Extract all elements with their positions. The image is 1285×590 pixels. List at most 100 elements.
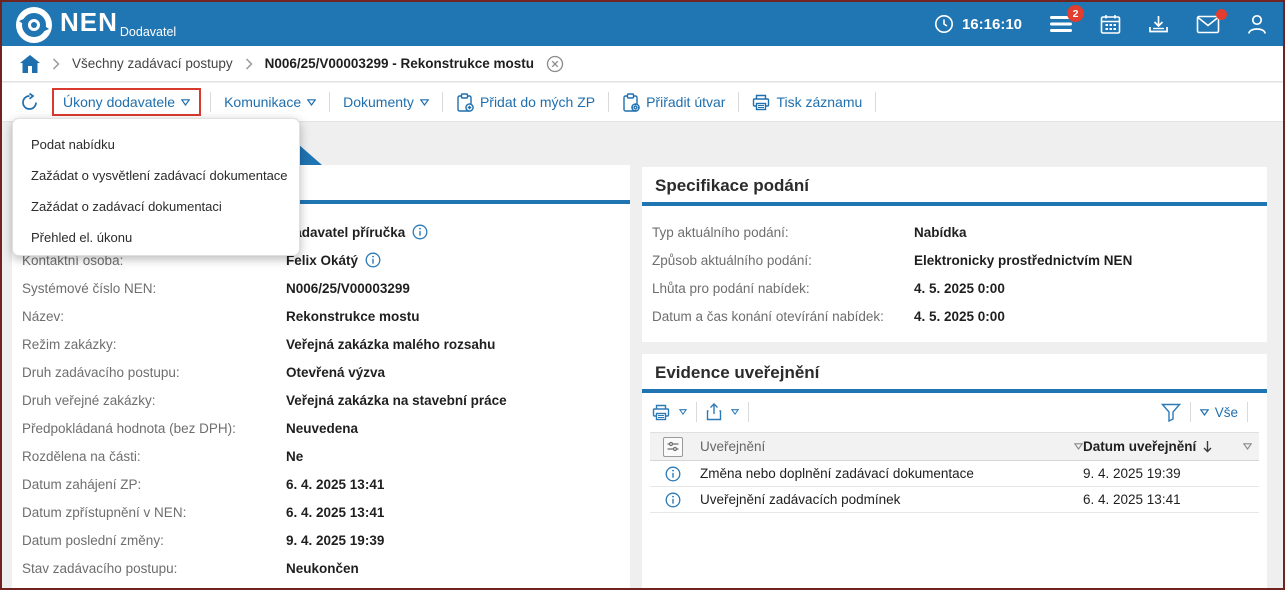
clock-icon (934, 14, 954, 34)
calendar-button[interactable] (1100, 14, 1121, 35)
field-row: Datum a čas konání otevírání nabídek: 4.… (642, 302, 1267, 330)
clipboard-gear-icon (622, 93, 640, 112)
breadcrumb: Všechny zadávací postupy N006/25/V000032… (2, 46, 1283, 82)
info-icon[interactable] (665, 466, 681, 482)
column-filter-icon[interactable] (1243, 443, 1252, 450)
field-row: Druh zadávacího postupu: Otevřená výzva (12, 358, 630, 386)
tasks-count-badge: 2 (1067, 5, 1084, 22)
export-list-button[interactable] (706, 403, 739, 421)
info-icon[interactable] (665, 492, 681, 508)
refresh-button[interactable] (16, 93, 43, 112)
add-to-my-procedures-button[interactable]: Přidat do mých ZP (452, 93, 599, 112)
field-row: Režim zakázky: Veřejná zakázka malého ro… (12, 330, 630, 358)
field-value: Neuvedena (286, 421, 358, 436)
publication-row[interactable]: Změna nebo doplnění zadávací dokumentace… (650, 461, 1259, 487)
profile-button[interactable] (1247, 14, 1267, 35)
filter-funnel-button[interactable] (1161, 403, 1181, 422)
brand-name: NEN (60, 5, 118, 39)
supplier-actions-menu: Podat nabídku Zažádat o vysvětlení zadáv… (12, 118, 300, 256)
field-label: Druh veřejné zakázky: (22, 393, 286, 408)
publications-toolbar: Vše (642, 397, 1267, 427)
nen-logo-icon (16, 7, 52, 43)
documents-label: Dokumenty (343, 94, 414, 110)
field-label: Druh zadávacího postupu: (22, 365, 286, 380)
field-label: Systémové číslo NEN: (22, 281, 286, 296)
publication-name: Uveřejnění zadávacích podmínek (696, 492, 1083, 507)
view-all-dropdown[interactable]: Vše (1200, 405, 1238, 420)
toolbar-separator (875, 92, 876, 112)
field-value: 9. 4. 2025 19:39 (286, 533, 384, 548)
supplier-actions-dropdown[interactable]: Úkony dodavatele (52, 88, 201, 116)
breadcrumb-item-current-procedure[interactable]: N006/25/V00003299 - Rekonstrukce mostu (265, 56, 534, 71)
communication-label: Komunikace (224, 94, 301, 110)
assign-unit-button[interactable]: Přiřadit útvar (618, 93, 729, 112)
print-record-label: Tisk záznamu (776, 94, 862, 110)
field-row: Způsob aktuálního podání: Elektronicky p… (642, 246, 1267, 274)
add-to-my-procedures-label: Přidat do mých ZP (480, 94, 595, 110)
tasks-menu-button[interactable]: 2 (1049, 14, 1073, 34)
field-row: Lhůta pro podání nabídek: 4. 5. 2025 0:0… (642, 274, 1267, 302)
chevron-right-icon (52, 58, 60, 70)
field-value: N006/25/V00003299 (286, 281, 410, 296)
menu-item-submit-bid[interactable]: Podat nabídku (13, 129, 299, 160)
menu-item-request-clarification[interactable]: Zažádat o vysvětlení zadávací dokumentac… (13, 160, 299, 191)
info-icon[interactable] (412, 224, 428, 240)
field-row: Datum zahájení ZP: 6. 4. 2025 13:41 (12, 470, 630, 498)
panel-title-rule (642, 389, 1267, 393)
assign-unit-label: Přiřadit útvar (646, 94, 725, 110)
print-record-button[interactable]: Tisk záznamu (748, 94, 866, 111)
field-row: Stav zadávacího postupu: Neukončen (12, 554, 630, 582)
chevron-down-icon (307, 99, 316, 106)
menu-item-electronic-acts-overview[interactable]: Přehled el. úkonu (13, 222, 299, 253)
field-label: Typ aktuálního podání: (652, 225, 914, 240)
field-value: Elektronicky prostřednictvím NEN (914, 253, 1132, 268)
chevron-down-icon (1200, 409, 1209, 416)
field-row: Typ aktuálního podání: Nabídka (642, 218, 1267, 246)
communication-dropdown[interactable]: Komunikace (220, 94, 320, 110)
column-header-date[interactable]: Datum uveřejnění (1083, 439, 1196, 454)
nen-app-window: NEN Dodavatel 16:16:10 2 (0, 0, 1285, 590)
downloads-button[interactable] (1148, 14, 1169, 35)
chevron-down-icon (679, 409, 687, 415)
close-breadcrumb-icon[interactable] (546, 55, 564, 73)
home-icon[interactable] (20, 55, 40, 73)
record-toolbar: Úkony dodavatele Komunikace Dokumenty (2, 83, 1283, 122)
menu-item-request-documentation[interactable]: Zažádat o zadávací dokumentaci (13, 191, 299, 222)
publication-name: Změna nebo doplnění zadávací dokumentace (696, 466, 1083, 481)
field-row: Systémové číslo NEN: N006/25/V00003299 (12, 274, 630, 302)
field-row: Předpokládaná hodnota (bez DPH): Neuvede… (12, 414, 630, 442)
column-header-publication[interactable]: Uveřejnění (700, 439, 765, 454)
toolbar-separator (696, 402, 697, 422)
field-label: Způsob aktuálního podání: (652, 253, 914, 268)
field-row: Druh veřejné zakázky: Veřejná zakázka na… (12, 386, 630, 414)
field-value: Veřejná zakázka na stavební práce (286, 393, 507, 408)
breadcrumb-item-all-procedures[interactable]: Všechny zadávací postupy (72, 56, 233, 71)
toolbar-separator (748, 402, 749, 422)
supplier-actions-label: Úkony dodavatele (63, 94, 175, 110)
field-label: Datum zpřístupnění v NEN: (22, 505, 286, 520)
field-value: 4. 5. 2025 0:00 (914, 309, 1005, 324)
field-value: 4. 5. 2025 0:00 (914, 281, 1005, 296)
submission-spec-panel: Specifikace podání Typ aktuálního podání… (642, 167, 1267, 342)
publication-row[interactable]: Uveřejnění zadávacích podmínek 6. 4. 202… (650, 487, 1259, 513)
clipboard-plus-icon (456, 93, 474, 112)
info-icon[interactable] (365, 252, 381, 268)
field-value: 6. 4. 2025 13:41 (286, 505, 384, 520)
field-value: 6. 4. 2025 13:41 (286, 477, 384, 492)
field-value: Zadavatel příručka (286, 225, 405, 240)
toolbar-separator (738, 92, 739, 112)
toolbar-separator (442, 92, 443, 112)
sort-desc-icon (1202, 440, 1213, 453)
field-row: Datum poslední změny: 9. 4. 2025 19:39 (12, 526, 630, 554)
publications-panel: Evidence uveřejnění (642, 354, 1267, 590)
column-filter-icon[interactable] (1074, 443, 1083, 450)
toolbar-separator (1190, 402, 1191, 422)
toolbar-separator (210, 92, 211, 112)
messages-button[interactable] (1196, 15, 1220, 34)
print-list-button[interactable] (652, 404, 687, 421)
field-label: Datum a čas konání otevírání nabídek: (652, 309, 914, 324)
documents-dropdown[interactable]: Dokumenty (339, 94, 433, 110)
field-row: Rozdělena na části: Ne (12, 442, 630, 470)
messages-unread-badge (1216, 9, 1227, 20)
column-settings-button[interactable] (663, 437, 683, 457)
